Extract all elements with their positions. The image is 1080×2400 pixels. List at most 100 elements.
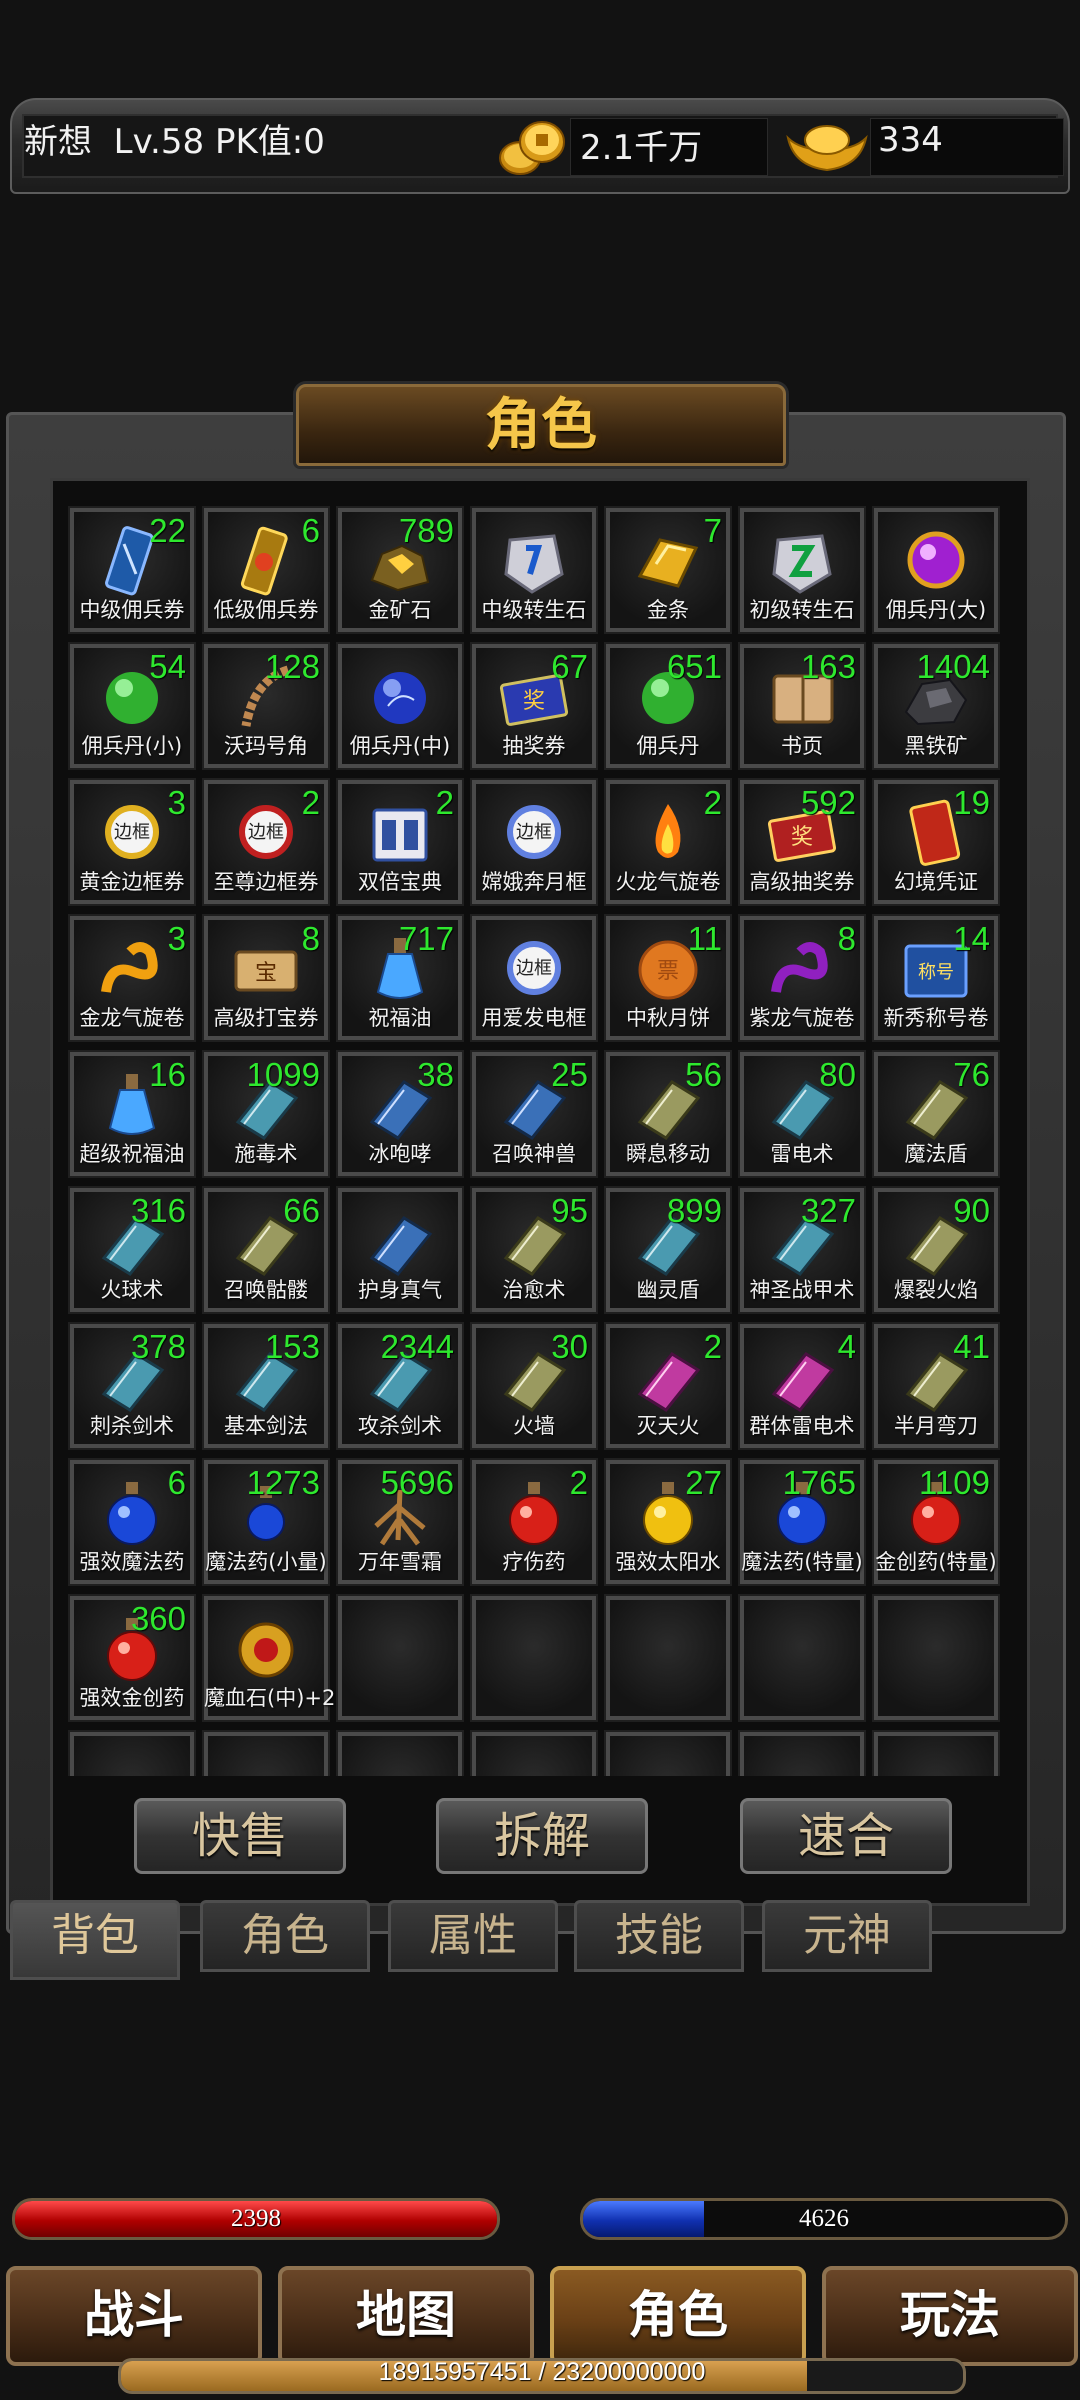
inventory-grid: 22 中级佣兵券 6 低级佣兵券 789 金矿石 中级转生石 7 金条 初级转生石 佣兵丹(大) 54…: [66, 504, 1016, 1776]
inventory-slot[interactable]: 2 火龙气旋卷: [604, 778, 732, 906]
item-label: 超级祝福油: [79, 1142, 185, 1166]
item-label: 黑铁矿: [904, 734, 968, 758]
inventory-slot[interactable]: 中级转生石: [470, 506, 598, 634]
quick-sell-button[interactable]: 快售: [134, 1798, 346, 1874]
inventory-slot[interactable]: 54 佣兵丹(小): [68, 642, 196, 770]
inventory-slot[interactable]: 边框 2 至尊边框券: [202, 778, 330, 906]
inventory-slot[interactable]: 边框 嫦娥奔月框: [470, 778, 598, 906]
tab-attributes[interactable]: 属性: [388, 1900, 558, 1972]
inventory-slot[interactable]: 789 金矿石: [336, 506, 464, 634]
nav-battle[interactable]: 战斗: [6, 2266, 262, 2366]
player-name: 新想: [24, 122, 92, 162]
item-count: 27: [685, 1464, 722, 1501]
inventory-slot[interactable]: 22 中级佣兵券: [68, 506, 196, 634]
inventory-slot[interactable]: 27 强效太阳水: [604, 1458, 732, 1586]
inventory-slot[interactable]: 4 群体雷电术: [738, 1322, 866, 1450]
tab-bag[interactable]: 背包: [10, 1900, 180, 1980]
empty-slot[interactable]: [202, 1730, 330, 1776]
inventory-slot[interactable]: 16 超级祝福油: [68, 1050, 196, 1178]
empty-slot[interactable]: [68, 1730, 196, 1776]
empty-slot[interactable]: [604, 1594, 732, 1722]
inventory-slot[interactable]: 3 金龙气旋卷: [68, 914, 196, 1042]
nav-gameplay[interactable]: 玩法: [822, 2266, 1078, 2366]
inventory-slot[interactable]: 1765 魔法药(特量): [738, 1458, 866, 1586]
book-double-icon: [358, 796, 442, 872]
inventory-slot[interactable]: 90 爆裂火焰: [872, 1186, 1000, 1314]
inventory-slot[interactable]: 宝 8 高级打宝券: [202, 914, 330, 1042]
inventory-slot[interactable]: 327 神圣战甲术: [738, 1186, 866, 1314]
tab-character[interactable]: 角色: [200, 1900, 370, 1972]
inventory-slot[interactable]: 佣兵丹(大): [872, 506, 1000, 634]
inventory-slot[interactable]: 717 祝福油: [336, 914, 464, 1042]
empty-slot[interactable]: [872, 1594, 1000, 1722]
gold-coins-icon: [499, 121, 565, 175]
inventory-slot[interactable]: 5696 万年雪霜: [336, 1458, 464, 1586]
inventory-slot[interactable]: 6 低级佣兵券: [202, 506, 330, 634]
inventory-slot[interactable]: 80 雷电术: [738, 1050, 866, 1178]
item-count: 56: [685, 1056, 722, 1093]
item-label: 金创药(特量): [875, 1550, 997, 1574]
tab-skills[interactable]: 技能: [574, 1900, 744, 1972]
inventory-slot[interactable]: 护身真气: [336, 1186, 464, 1314]
empty-slot[interactable]: [604, 1730, 732, 1776]
inventory-slot[interactable]: 魔血石(中)+2: [202, 1594, 335, 1722]
empty-slot[interactable]: [738, 1730, 866, 1776]
item-count: 14: [953, 920, 990, 957]
svg-text:边框: 边框: [516, 822, 552, 843]
inventory-slot[interactable]: 1404 黑铁矿: [872, 642, 1000, 770]
inventory-slot[interactable]: 95 治愈术: [470, 1186, 598, 1314]
inventory-slot[interactable]: 316 火球术: [68, 1186, 196, 1314]
tab-spirit[interactable]: 元神: [762, 1900, 932, 1972]
inventory-slot[interactable]: 30 火墙: [470, 1322, 598, 1450]
inventory-slot[interactable]: 651 佣兵丹: [604, 642, 732, 770]
inventory-slot[interactable]: 佣兵丹(中): [336, 642, 464, 770]
inventory-slot[interactable]: 7 金条: [604, 506, 732, 634]
empty-slot[interactable]: [738, 1594, 866, 1722]
nav-character[interactable]: 角色: [550, 2266, 806, 2366]
inventory-slot[interactable]: 8 紫龙气旋卷: [738, 914, 866, 1042]
inventory-slot[interactable]: 奖 67 抽奖券: [470, 642, 598, 770]
inventory-slot[interactable]: 899 幽灵盾: [604, 1186, 732, 1314]
empty-slot[interactable]: [872, 1730, 1000, 1776]
inventory-slot[interactable]: 66 召唤骷髅: [202, 1186, 330, 1314]
inventory-slot[interactable]: 奖 592 高级抽奖券: [738, 778, 866, 906]
svg-text:边框: 边框: [516, 958, 552, 979]
inventory-slot[interactable]: 2 双倍宝典: [336, 778, 464, 906]
inventory-slot[interactable]: 56 瞬息移动: [604, 1050, 732, 1178]
inventory-slot[interactable]: 128 沃玛号角: [202, 642, 330, 770]
inventory-slot[interactable]: 25 召唤神兽: [470, 1050, 598, 1178]
inventory-slot[interactable]: 41 半月弯刀: [872, 1322, 1000, 1450]
inventory-slot[interactable]: 163 书页: [738, 642, 866, 770]
inventory-slot[interactable]: 19 幻境凭证: [872, 778, 1000, 906]
item-label: 爆裂火焰: [894, 1278, 978, 1302]
empty-slot[interactable]: [336, 1594, 464, 1722]
inventory-slot[interactable]: 1273 魔法药(小量): [202, 1458, 330, 1586]
book-blue-icon: [358, 1204, 442, 1280]
dismantle-button[interactable]: 拆解: [436, 1798, 648, 1874]
inventory-slot[interactable]: 称号 14 新秀称号卷: [872, 914, 1000, 1042]
inventory-slot[interactable]: 76 魔法盾: [872, 1050, 1000, 1178]
inventory-slot[interactable]: 2344 攻杀剑术: [336, 1322, 464, 1450]
inventory-slot[interactable]: 378 刺杀剑术: [68, 1322, 196, 1450]
item-count: 592: [800, 784, 856, 821]
inventory-slot[interactable]: 38 冰咆哮: [336, 1050, 464, 1178]
nav-map[interactable]: 地图: [278, 2266, 534, 2366]
inventory-slot[interactable]: 初级转生石: [738, 506, 866, 634]
inventory-slot[interactable]: 边框 用爱发电框: [470, 914, 598, 1042]
inventory-slot[interactable]: 2 灭天火: [604, 1322, 732, 1450]
svg-text:边框: 边框: [248, 822, 284, 843]
inventory-slot[interactable]: 票 11 中秋月饼: [604, 914, 732, 1042]
empty-slot[interactable]: [470, 1594, 598, 1722]
inventory-slot[interactable]: 153 基本剑法: [202, 1322, 330, 1450]
hp-bar: 2398: [12, 2198, 500, 2240]
inventory-slot[interactable]: 1109 金创药(特量): [872, 1458, 1000, 1586]
empty-slot[interactable]: [336, 1730, 464, 1776]
inventory-slot[interactable]: 2 疗伤药: [470, 1458, 598, 1586]
ingot-amount: 334: [878, 120, 943, 160]
merge-button[interactable]: 速合: [740, 1798, 952, 1874]
inventory-slot[interactable]: 1099 施毒术: [202, 1050, 330, 1178]
inventory-slot[interactable]: 边框 3 黄金边框券: [68, 778, 196, 906]
empty-slot[interactable]: [470, 1730, 598, 1776]
inventory-slot[interactable]: 360 强效金创药: [68, 1594, 196, 1722]
inventory-slot[interactable]: 6 强效魔法药: [68, 1458, 196, 1586]
